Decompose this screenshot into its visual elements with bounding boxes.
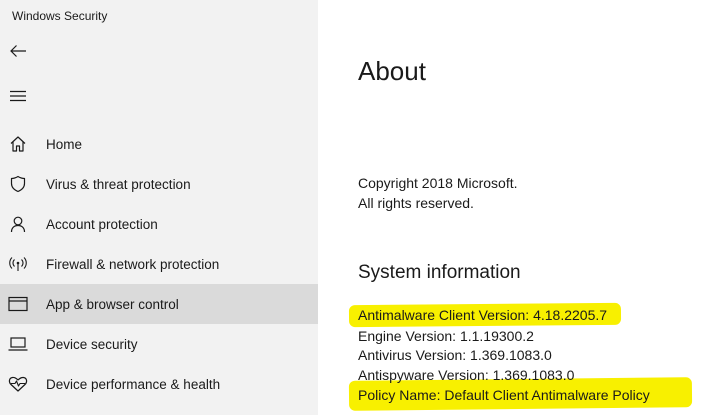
sidebar-item-label: Device security <box>46 336 138 352</box>
menu-button[interactable] <box>0 81 36 111</box>
system-information-heading: System information <box>358 262 521 283</box>
sidebar-item-account-protection[interactable]: Account protection <box>0 204 318 244</box>
antimalware-client-version: Antimalware Client Version: 4.18.2205.7 <box>358 307 608 323</box>
sidebar-item-device-security[interactable]: Device security <box>0 324 318 364</box>
policy-name: Policy Name: Default Client Antimalware … <box>358 387 650 403</box>
sidebar-item-label: Home <box>46 136 83 152</box>
antivirus-version: Antivirus Version: 1.369.1083.0 <box>358 347 552 363</box>
sidebar-item-home[interactable]: Home <box>0 124 318 164</box>
sidebar-item-label: App & browser control <box>46 296 179 312</box>
sidebar-item-app-browser-control[interactable]: App & browser control <box>0 284 318 324</box>
sidebar-item-label: Firewall & network protection <box>46 256 220 272</box>
shield-icon <box>8 174 28 194</box>
sidebar-item-label: Virus & threat protection <box>46 176 191 192</box>
hamburger-menu-icon <box>10 90 26 102</box>
back-button[interactable] <box>0 36 36 66</box>
rights-line: All rights reserved. <box>358 195 474 211</box>
main-content: About Copyright 2018 Microsoft. All righ… <box>318 0 706 415</box>
sidebar-item-device-performance-health[interactable]: Device performance & health <box>0 364 318 404</box>
copyright-text: Copyright 2018 Microsoft. All rights res… <box>358 173 518 213</box>
sidebar-nav: Home Virus & threat protection Account p… <box>0 124 318 404</box>
home-icon <box>8 134 28 154</box>
copyright-line: Copyright 2018 Microsoft. <box>358 175 518 191</box>
laptop-icon <box>8 334 28 354</box>
sidebar-item-label: Device performance & health <box>46 376 221 392</box>
back-arrow-icon <box>9 44 27 58</box>
sidebar: Windows Security Home Virus & threat pro… <box>0 0 318 415</box>
antispyware-version: Antispyware Version: 1.369.1083.0 <box>358 367 575 383</box>
engine-version: Engine Version: 1.1.19300.2 <box>358 328 534 344</box>
page-title: About <box>358 56 426 86</box>
person-icon <box>8 214 28 234</box>
sidebar-item-firewall-network-protection[interactable]: Firewall & network protection <box>0 244 318 284</box>
sidebar-item-virus-threat-protection[interactable]: Virus & threat protection <box>0 164 318 204</box>
heart-pulse-icon <box>8 374 28 394</box>
wifi-signal-icon <box>8 254 28 274</box>
app-title: Windows Security <box>12 9 108 23</box>
sidebar-item-label: Account protection <box>46 216 158 232</box>
app-browser-icon <box>8 294 28 314</box>
